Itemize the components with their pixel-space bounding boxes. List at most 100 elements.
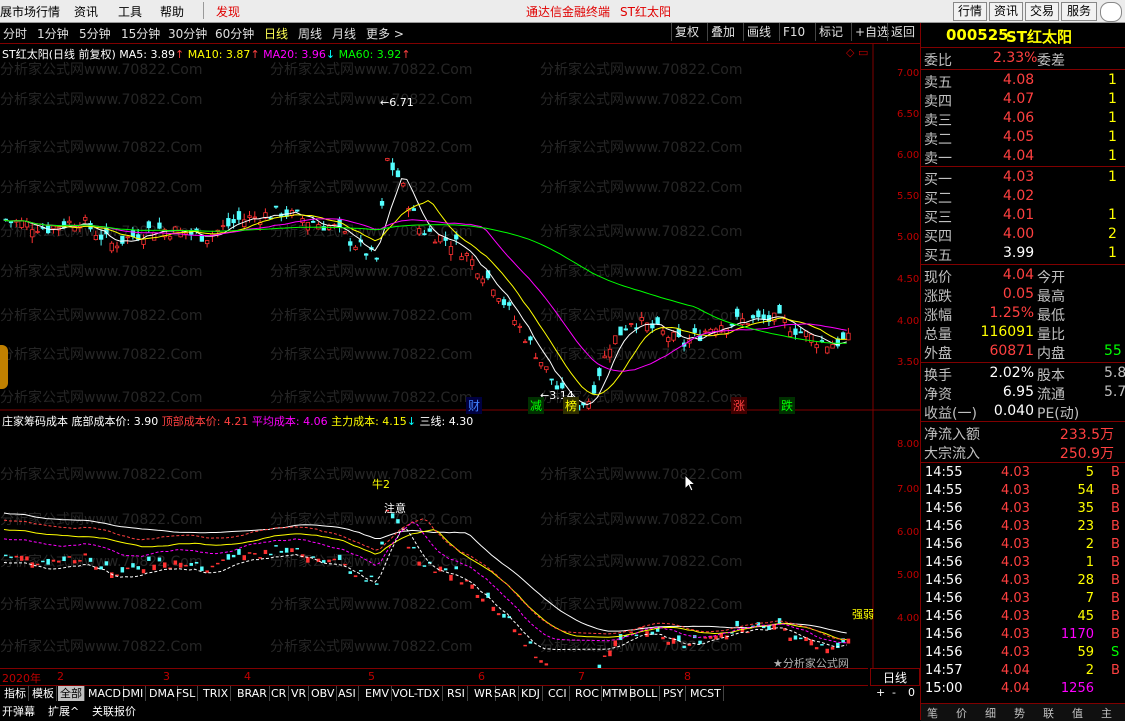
indicator-tab[interactable]: FSL [174, 686, 199, 701]
tick-vol: 1 [1085, 555, 1094, 570]
period-day[interactable]: 日线 [264, 25, 288, 42]
menu-market[interactable]: 展市场行情 [0, 3, 60, 20]
indicator-tab[interactable]: PSY [661, 686, 687, 701]
panel-tab[interactable]: 价 [956, 705, 967, 721]
main-candle [252, 216, 258, 219]
btn-f10[interactable]: F10 [779, 23, 808, 41]
tick-time: 14:56 [925, 501, 963, 516]
zoom-out-icon[interactable]: - [892, 686, 896, 699]
panel-tab[interactable]: 势 [1014, 705, 1025, 721]
indicator-tab[interactable]: KDJ [519, 686, 543, 701]
btn-fuquan[interactable]: 复权 [671, 23, 702, 41]
watermark: 分析家公式网www.70822.Com [540, 179, 742, 196]
indicator-tab[interactable]: TRIX [201, 686, 232, 701]
indicator-tab[interactable]: 指标 [2, 686, 29, 701]
reset-icon[interactable]: 0 [908, 686, 915, 699]
zoom-in-icon[interactable]: + [876, 686, 885, 699]
period-indicator[interactable]: 日线 [870, 668, 920, 686]
tick-dir: B [1111, 519, 1120, 534]
indicator-tab[interactable]: MACD [86, 686, 124, 701]
period-60min[interactable]: 60分钟 [215, 25, 254, 42]
btn-add-watch[interactable]: +自选 [851, 23, 892, 41]
avg-cost: 平均成本: 4.06 [251, 415, 328, 428]
btn-diejia[interactable]: 叠加 [707, 23, 738, 41]
panel-tab[interactable]: 联 [1043, 705, 1054, 721]
panel-tab[interactable]: 主 [1101, 705, 1112, 721]
event-marker-jian[interactable]: 减 [528, 397, 545, 414]
tick-row: 14:56 4.03 59 S [921, 644, 1125, 662]
tick-time: 14:56 [925, 627, 963, 642]
event-marker-zhang[interactable]: 涨 [731, 397, 748, 414]
indicator-tab[interactable]: ROC [573, 686, 602, 701]
related-quote[interactable]: 关联报价 [92, 703, 136, 719]
indicator-tab[interactable]: CR [269, 686, 290, 701]
indicator-tab[interactable]: DMI [120, 686, 147, 701]
menu-discover[interactable]: 发现 [216, 3, 240, 20]
period-5min[interactable]: 5分钟 [79, 25, 111, 42]
main-candle [30, 229, 35, 238]
indicator-tab[interactable]: EMV [363, 686, 392, 701]
indicator-tab[interactable]: CCI [546, 686, 570, 701]
main-candle [348, 241, 353, 246]
bottom-bar: 2020年 2 3 4 5 6 7 8 日线 + - 0 指标 模板 全部 MACD D… [0, 668, 920, 720]
watermark: 分析家公式网www.70822.Com [0, 139, 202, 156]
indicator-tab[interactable]: 模板 [30, 686, 57, 701]
period-month[interactable]: 月线 [332, 25, 356, 42]
sub-candle [539, 660, 543, 663]
period-1min[interactable]: 1分钟 [37, 25, 69, 42]
event-marker-cai[interactable]: 财 [466, 397, 483, 414]
menu-tools[interactable]: 工具 [118, 3, 142, 20]
btn-service[interactable]: 服务 [1061, 2, 1097, 21]
main-candle [841, 332, 846, 340]
sub-candle [496, 613, 501, 616]
tick-vol: 7 [1085, 591, 1094, 606]
indicator-tab[interactable]: 全部 [58, 686, 85, 701]
menu-help[interactable]: 帮助 [160, 3, 184, 20]
panel-tab[interactable]: 值 [1072, 705, 1083, 721]
ask-row: 卖四 4.07 1 [921, 90, 1125, 110]
event-marker-bang[interactable]: 榜 [563, 397, 580, 414]
indicator-tab[interactable]: ASI [336, 686, 359, 701]
tick-time: 14:56 [925, 555, 963, 570]
danmu-toggle[interactable]: 开弹幕 [2, 703, 35, 719]
sub-candle [454, 566, 458, 570]
ask-row: 卖三 4.06 1 [921, 109, 1125, 129]
btn-quote[interactable]: 行情 [953, 2, 987, 21]
period-30min[interactable]: 30分钟 [168, 25, 207, 42]
tick-row: 14:55 4.03 54 B [921, 482, 1125, 500]
indicator-tab[interactable]: OBV [309, 686, 338, 701]
period-week[interactable]: 周线 [298, 25, 322, 42]
tick-vol: 2 [1085, 537, 1094, 552]
menu-news[interactable]: 资讯 [74, 3, 98, 20]
indicator-tab[interactable]: RSI [445, 686, 468, 701]
bid-row: 买四 4.00 2 [921, 225, 1125, 245]
chart-options-icon[interactable]: ◇ ▭ [846, 46, 868, 59]
indicator-tab[interactable]: SAR [492, 686, 520, 701]
side-panel-toggle-icon[interactable] [0, 345, 8, 389]
sub-candle [30, 562, 34, 568]
indicator-tab[interactable]: VOL-TDX [390, 686, 443, 701]
btn-huaxian[interactable]: 画线 [743, 23, 774, 41]
panel-tab[interactable]: 细 [985, 705, 996, 721]
bid-price: 4.03 [1003, 169, 1035, 185]
btn-back[interactable]: 返回 [887, 23, 918, 41]
main-candle [623, 328, 628, 331]
btn-trade[interactable]: 交易 [1025, 2, 1059, 21]
period-fenshi[interactable]: 分时 [3, 25, 27, 42]
watermark: 分析家公式网www.70822.Com [0, 346, 202, 363]
indicator-tab[interactable]: MCST [688, 686, 724, 701]
period-15min[interactable]: 15分钟 [121, 25, 160, 42]
indicator-tab[interactable]: VR [289, 686, 310, 701]
panel-tab[interactable]: 笔 [927, 705, 938, 721]
window-control-icon[interactable] [1100, 2, 1122, 22]
indicator-tab[interactable]: BOLL [627, 686, 661, 701]
kline-chart-area[interactable]: 分析家公式网www.70822.Com 分析家公式网www.70822.Com 分析… [0, 44, 920, 668]
event-marker-die[interactable]: 跌 [779, 397, 796, 414]
indicator-tab[interactable]: DMA [147, 686, 178, 701]
indicator-tab[interactable]: BRAR [235, 686, 270, 701]
btn-biaoji[interactable]: 标记 [815, 23, 846, 41]
btn-news[interactable]: 资讯 [989, 2, 1023, 21]
expand-toggle[interactable]: 扩展^ [48, 703, 79, 719]
main-candle [533, 357, 538, 360]
period-more[interactable]: 更多 > [366, 25, 404, 42]
